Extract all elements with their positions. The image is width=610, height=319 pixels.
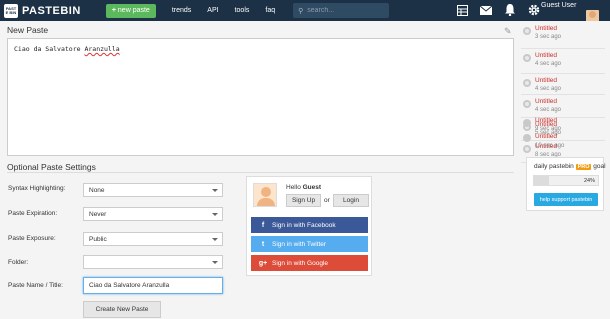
- syntax-select[interactable]: None: [83, 183, 223, 197]
- nav-faq[interactable]: faq: [265, 7, 275, 14]
- paste-icon: [523, 27, 531, 35]
- user-name[interactable]: Guest User: [541, 2, 576, 9]
- goal-progress-bar: 24%: [533, 175, 599, 186]
- goal-progress-fill: [534, 176, 550, 185]
- paste-icon: [523, 100, 531, 108]
- chevron-down-icon: [212, 213, 218, 216]
- search-input[interactable]: [307, 7, 378, 14]
- or-text: or: [324, 197, 330, 204]
- logo-icon: PASTE BIN: [4, 3, 18, 18]
- pencil-icon[interactable]: ✎: [504, 26, 512, 37]
- google-icon: g+: [258, 259, 268, 267]
- hello-text: Hello Guest: [286, 184, 322, 191]
- list-item[interactable]: Untitled 4 sec ago: [521, 51, 605, 73]
- exposure-label: Paste Exposure:: [8, 235, 56, 242]
- plus-icon: +: [111, 7, 116, 14]
- paste-content: Ciao da Salvatore Aranzulla: [14, 45, 120, 53]
- nav-trends[interactable]: trends: [172, 7, 191, 14]
- search-icon: ⚲: [298, 7, 304, 15]
- pro-badge: PRO: [575, 164, 592, 170]
- chevron-down-icon: [212, 189, 218, 192]
- title-label: Paste Name / Title:: [8, 282, 63, 289]
- paste-textarea[interactable]: Ciao da Salvatore Aranzulla: [7, 38, 514, 156]
- create-paste-button[interactable]: Create New Paste: [83, 301, 161, 318]
- facebook-icon: f: [261, 221, 265, 229]
- chevron-down-icon: [212, 261, 218, 264]
- login-panel: Hello Guest Sign Up or Login f Sign in wi…: [246, 176, 372, 276]
- top-icons: [455, 3, 551, 17]
- divider: [7, 172, 514, 173]
- goal-title: daily pastebin PRO goal: [534, 163, 606, 170]
- search-box: ⚲: [293, 3, 390, 18]
- facebook-signin-button[interactable]: f Sign in with Facebook: [251, 217, 368, 233]
- twitter-signin-button[interactable]: t Sign in with Twitter: [251, 236, 368, 252]
- exposure-select[interactable]: Public: [83, 232, 223, 246]
- guest-avatar: [253, 183, 277, 207]
- goal-percent: 24%: [583, 178, 595, 184]
- archive-icon[interactable]: [455, 3, 469, 17]
- mail-icon[interactable]: [479, 3, 493, 17]
- login-button[interactable]: Login: [333, 194, 369, 207]
- list-item[interactable]: Untitled 3 sec ago: [521, 24, 605, 46]
- expiration-select[interactable]: Never: [83, 207, 223, 221]
- signup-button[interactable]: Sign Up: [286, 194, 321, 207]
- twitter-icon: t: [261, 240, 265, 248]
- paste-title-input[interactable]: Ciao da Salvatore Aranzulla: [83, 277, 223, 294]
- top-navbar: PASTE BIN PASTEBIN + new paste trends AP…: [0, 0, 610, 21]
- chevron-down-icon: [212, 238, 218, 241]
- paste-icon: [523, 54, 531, 62]
- google-signin-button[interactable]: g+ Sign in with Google: [251, 255, 368, 271]
- avatar[interactable]: [586, 10, 599, 21]
- gear-icon[interactable]: [527, 3, 541, 17]
- new-paste-button[interactable]: + new paste: [105, 3, 156, 18]
- support-button[interactable]: help support pastebin: [534, 193, 598, 206]
- logo[interactable]: PASTE BIN PASTEBIN: [4, 3, 81, 18]
- logo-text: PASTEBIN: [22, 4, 81, 17]
- nav-tools[interactable]: tools: [235, 7, 250, 14]
- syntax-label: Syntax Highlighting:: [8, 185, 66, 192]
- nav-api[interactable]: API: [207, 7, 218, 14]
- paste-icon: [523, 79, 531, 87]
- expiration-label: Paste Expiration:: [8, 210, 58, 217]
- paste-icon: [523, 119, 531, 127]
- page-title: New Paste: [7, 25, 49, 35]
- settings-title: Optional Paste Settings: [7, 162, 96, 172]
- folder-label: Folder:: [8, 259, 29, 266]
- folder-select[interactable]: [83, 255, 223, 269]
- bell-icon[interactable]: [503, 3, 517, 17]
- list-item[interactable]: Untitled 10 sec ago: [521, 131, 605, 153]
- daily-goal-panel: daily pastebin PRO goal 24% help support…: [526, 157, 606, 211]
- paste-icon: [523, 134, 531, 142]
